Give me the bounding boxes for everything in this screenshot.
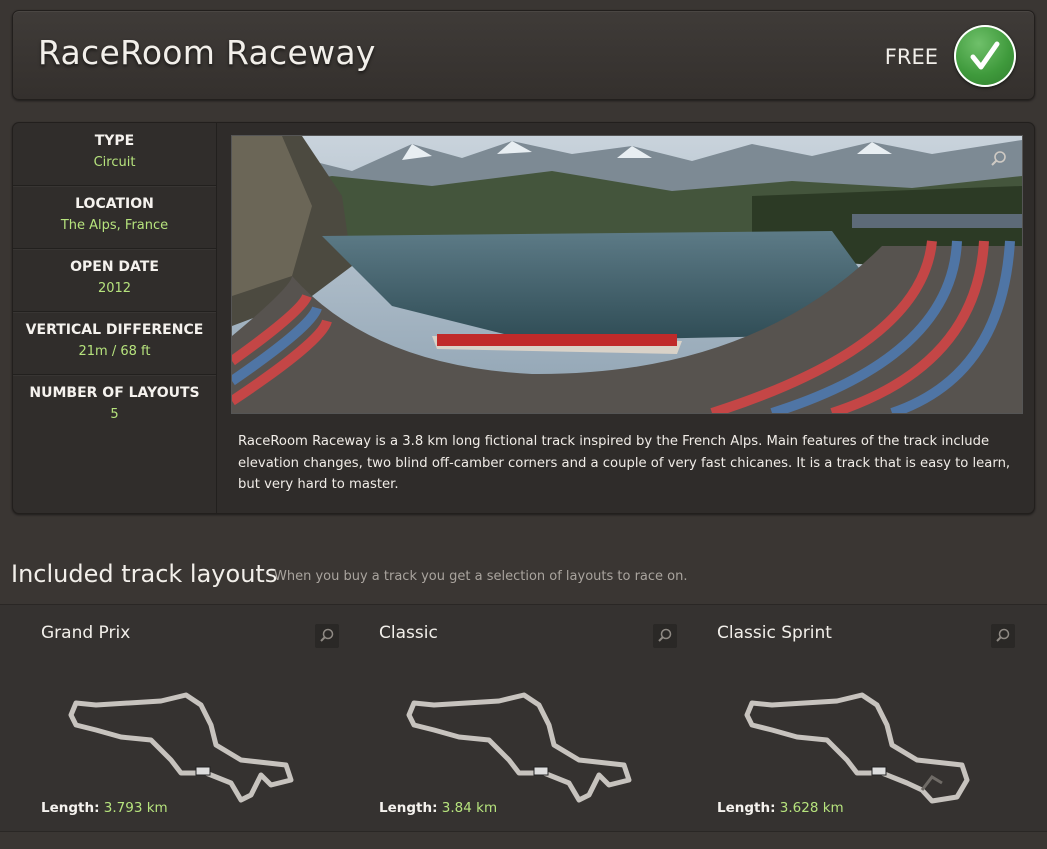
spec-value: 5 <box>110 407 119 422</box>
page-title: RaceRoom Raceway <box>38 33 376 72</box>
spec-type: TYPE Circuit <box>13 123 216 186</box>
layouts-section-subtitle: When you buy a track you get a selection… <box>274 569 688 584</box>
spec-number-of-layouts: NUMBER OF LAYOUTS 5 <box>13 375 216 437</box>
track-map-icon <box>406 692 632 803</box>
zoom-button[interactable] <box>315 624 339 648</box>
layout-name: Grand Prix <box>41 623 131 643</box>
track-map-icon <box>68 692 294 803</box>
track-screenshot[interactable] <box>231 135 1023 414</box>
layout-card-classic[interactable]: Classic Length: 3.84 km <box>379 605 709 831</box>
spec-vertical-difference: VERTICAL DIFFERENCE 21m / 68 ft <box>13 312 216 375</box>
layout-name: Classic Sprint <box>717 623 832 643</box>
track-info-panel: TYPE Circuit LOCATION The Alps, France O… <box>12 122 1035 514</box>
layout-name: Classic <box>379 623 438 643</box>
spec-label: TYPE <box>94 133 135 149</box>
zoom-icon <box>658 628 672 642</box>
spec-value: 21m / 68 ft <box>78 344 151 359</box>
zoom-icon[interactable] <box>990 150 1008 168</box>
layout-card-classic-sprint[interactable]: Classic Sprint Length: 3.628 km <box>717 605 1047 831</box>
specs-list: TYPE Circuit LOCATION The Alps, France O… <box>13 123 217 513</box>
spec-value: The Alps, France <box>60 218 169 233</box>
length-label: Length: <box>379 800 438 816</box>
length-label: Length: <box>717 800 776 816</box>
spec-location: LOCATION The Alps, France <box>13 186 216 249</box>
track-map-icon <box>744 692 970 804</box>
layout-length: Length: 3.628 km <box>717 800 844 816</box>
spec-label: OPEN DATE <box>70 259 159 275</box>
spec-value: Circuit <box>93 155 136 170</box>
spec-label: NUMBER OF LAYOUTS <box>29 385 200 401</box>
layouts-section-title: Included track layouts <box>11 560 278 588</box>
length-label: Length: <box>41 800 100 816</box>
checkmark-icon <box>954 25 1016 87</box>
layout-length: Length: 3.793 km <box>41 800 168 816</box>
length-value: 3.84 km <box>441 800 498 816</box>
price-label: FREE <box>884 45 938 69</box>
spec-open-date: OPEN DATE 2012 <box>13 249 216 312</box>
zoom-button[interactable] <box>991 624 1015 648</box>
zoom-icon <box>320 628 334 642</box>
spec-label: VERTICAL DIFFERENCE <box>25 322 204 338</box>
layout-length: Length: 3.84 km <box>379 800 497 816</box>
length-value: 3.628 km <box>779 800 844 816</box>
layout-card-grand-prix[interactable]: Grand Prix Length: 3.793 km <box>41 605 371 831</box>
spec-label: LOCATION <box>75 196 154 212</box>
length-value: 3.793 km <box>103 800 168 816</box>
zoom-icon <box>996 628 1010 642</box>
track-header: RaceRoom Raceway FREE <box>12 10 1035 100</box>
layouts-list: Grand Prix Length: 3.793 km Classic Leng… <box>0 604 1047 832</box>
track-description: RaceRoom Raceway is a 3.8 km long fictio… <box>238 434 1011 492</box>
spec-value: 2012 <box>97 281 132 296</box>
zoom-button[interactable] <box>653 624 677 648</box>
